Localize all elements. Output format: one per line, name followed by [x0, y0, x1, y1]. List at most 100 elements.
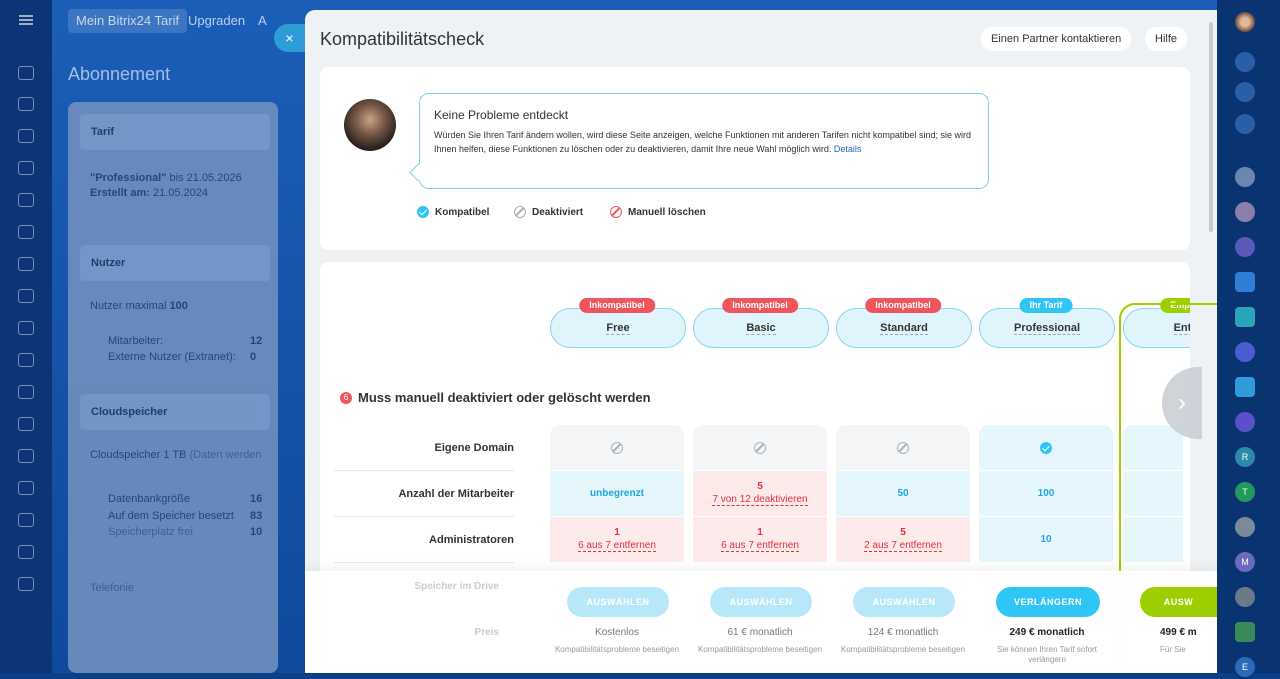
- grid-icon[interactable]: [18, 513, 34, 527]
- contact-avatar-4[interactable]: [1233, 515, 1257, 539]
- disabled-icon: [611, 441, 623, 454]
- user-avatar[interactable]: [1233, 10, 1257, 34]
- storage-free-label: Speicherplatz frei: [108, 526, 193, 538]
- chat-m-avatar[interactable]: M: [1233, 550, 1257, 574]
- plan-name: Basic: [746, 322, 776, 335]
- contact-avatar-3[interactable]: [1233, 235, 1257, 259]
- plan-professional[interactable]: Professional: [979, 308, 1115, 348]
- info-title: Keine Probleme entdeckt: [434, 108, 569, 122]
- section-title: Muss manuell deaktiviert oder gelöscht w…: [358, 390, 651, 405]
- contacts-icon[interactable]: [18, 289, 34, 303]
- target-icon[interactable]: [1233, 80, 1257, 104]
- calendar-icon[interactable]: [18, 161, 34, 175]
- compatibility-slider: Kompatibilitätscheck Einen Partner konta…: [305, 10, 1217, 673]
- section-header: 6 Muss manuell deaktiviert oder gelöscht …: [340, 390, 651, 405]
- legend-delete: Manuell löschen: [610, 206, 706, 218]
- badge-incompatible: Inkompatibel: [865, 298, 941, 313]
- plan-subtext: Kompatibilitätsprobleme beseitigen: [554, 645, 680, 654]
- search-icon[interactable]: [1233, 112, 1257, 136]
- chat-icon[interactable]: [1233, 375, 1257, 399]
- plan-standard[interactable]: Standard: [836, 308, 972, 348]
- select-enterprise-button[interactable]: AUSW: [1140, 587, 1217, 617]
- chat-e-avatar[interactable]: E: [1233, 655, 1257, 679]
- extra-button[interactable]: A: [250, 9, 275, 33]
- cell-action[interactable]: 2 aus 7 entfernen: [864, 540, 942, 552]
- chat-icon[interactable]: [18, 129, 34, 143]
- feed-icon[interactable]: [18, 66, 34, 80]
- cart-icon[interactable]: [18, 417, 34, 431]
- details-link[interactable]: Details: [834, 144, 862, 154]
- monitor-icon[interactable]: [18, 353, 34, 367]
- contact-avatar-5[interactable]: [1233, 585, 1257, 609]
- filter-icon[interactable]: [18, 481, 34, 495]
- storage-used-val: 83: [250, 510, 263, 522]
- price-standard: 124 € monatlich: [867, 627, 939, 638]
- check-icon: [1040, 441, 1052, 454]
- price-professional: 249 € monatlich: [1009, 627, 1085, 638]
- channel-icon[interactable]: [1233, 340, 1257, 364]
- contact-avatar-2[interactable]: [1233, 200, 1257, 224]
- cell-value: unbegrenzt: [590, 488, 644, 499]
- close-slider-button[interactable]: ×: [274, 24, 305, 52]
- checklist-icon[interactable]: [18, 225, 34, 239]
- cell-action[interactable]: 6 aus 7 entfernen: [721, 540, 799, 552]
- cell-action[interactable]: 7 von 12 deaktivieren: [712, 494, 808, 506]
- analytics-icon[interactable]: [18, 449, 34, 463]
- storage-free-val: 10: [250, 526, 263, 538]
- faded-row-label: Speicher im Drive: [414, 581, 499, 592]
- docs-icon[interactable]: [18, 193, 34, 207]
- bell-icon[interactable]: [1233, 50, 1257, 74]
- select-free-button[interactable]: AUSWÄHLEN: [567, 587, 669, 617]
- cell-action[interactable]: 6 aus 7 entfernen: [578, 540, 656, 552]
- legend-compatible: Kompatibel: [417, 206, 489, 218]
- assistant-avatar: [344, 99, 396, 151]
- card-icon[interactable]: [18, 257, 34, 271]
- badge-incompatible: Inkompatibel: [722, 298, 798, 313]
- bookmark-icon[interactable]: [1233, 270, 1257, 294]
- chat-r-avatar[interactable]: R: [1233, 445, 1257, 469]
- menu-icon[interactable]: [19, 15, 33, 25]
- external-val: 0: [250, 351, 257, 363]
- disabled-icon: [897, 441, 909, 454]
- db-size-label: Datenbankgröße: [108, 493, 190, 505]
- app-icon[interactable]: [1233, 620, 1257, 644]
- cell-admins-standard: 5 2 aus 7 entfernen: [836, 517, 970, 562]
- cell-admins-professional: 10: [979, 517, 1113, 562]
- chat-t-avatar[interactable]: T: [1233, 480, 1257, 504]
- cloud-size: Cloudspeicher 1 TB: [90, 449, 187, 461]
- plan-basic[interactable]: Basic: [693, 308, 829, 348]
- contact-avatar-1[interactable]: [1233, 165, 1257, 189]
- upgrade-button[interactable]: Upgraden: [180, 9, 253, 33]
- cloud-header: Cloudspeicher: [80, 394, 270, 430]
- settings-icon[interactable]: [18, 577, 34, 591]
- cell-employees-standard: 50: [836, 471, 970, 516]
- cell-employees-basic: 5 7 von 12 deaktivieren: [693, 471, 827, 516]
- tariff-button[interactable]: Mein Bitrix24 Tarif: [68, 9, 188, 33]
- count-badge: 6: [340, 391, 352, 404]
- contact-partner-button[interactable]: Einen Partner kontaktieren: [981, 27, 1132, 51]
- help-button[interactable]: Hilfe: [1145, 27, 1188, 51]
- renew-button[interactable]: VERLÄNGERN: [996, 587, 1100, 617]
- edit-icon[interactable]: [18, 545, 34, 559]
- target-icon[interactable]: [18, 321, 34, 335]
- select-basic-button[interactable]: AUSWÄHLEN: [710, 587, 812, 617]
- cell-domain-basic: [693, 425, 827, 470]
- group-icon[interactable]: [1233, 410, 1257, 434]
- storage-used-label: Auf dem Speicher besetzt: [108, 510, 234, 522]
- tasks-icon[interactable]: [18, 97, 34, 111]
- automation-icon[interactable]: [18, 385, 34, 399]
- created-date: 21.05.2024: [149, 187, 209, 199]
- created-label: Erstellt am:: [90, 187, 150, 199]
- left-nav: [0, 0, 52, 673]
- legend-disabled: Deaktiviert: [514, 206, 583, 218]
- users-max: Nutzer maximal: [90, 300, 167, 312]
- select-standard-button[interactable]: AUSWÄHLEN: [853, 587, 955, 617]
- scrollbar[interactable]: [1209, 22, 1213, 232]
- plan-name: Professional: [1013, 322, 1081, 335]
- calendar-chat-icon[interactable]: [1233, 305, 1257, 329]
- cell-admins-basic: 1 6 aus 7 entfernen: [693, 517, 827, 562]
- plan-free[interactable]: Free: [550, 308, 686, 348]
- legend-label: Kompatibel: [435, 206, 490, 218]
- disabled-icon: [514, 206, 526, 218]
- cell-domain-professional: [979, 425, 1113, 470]
